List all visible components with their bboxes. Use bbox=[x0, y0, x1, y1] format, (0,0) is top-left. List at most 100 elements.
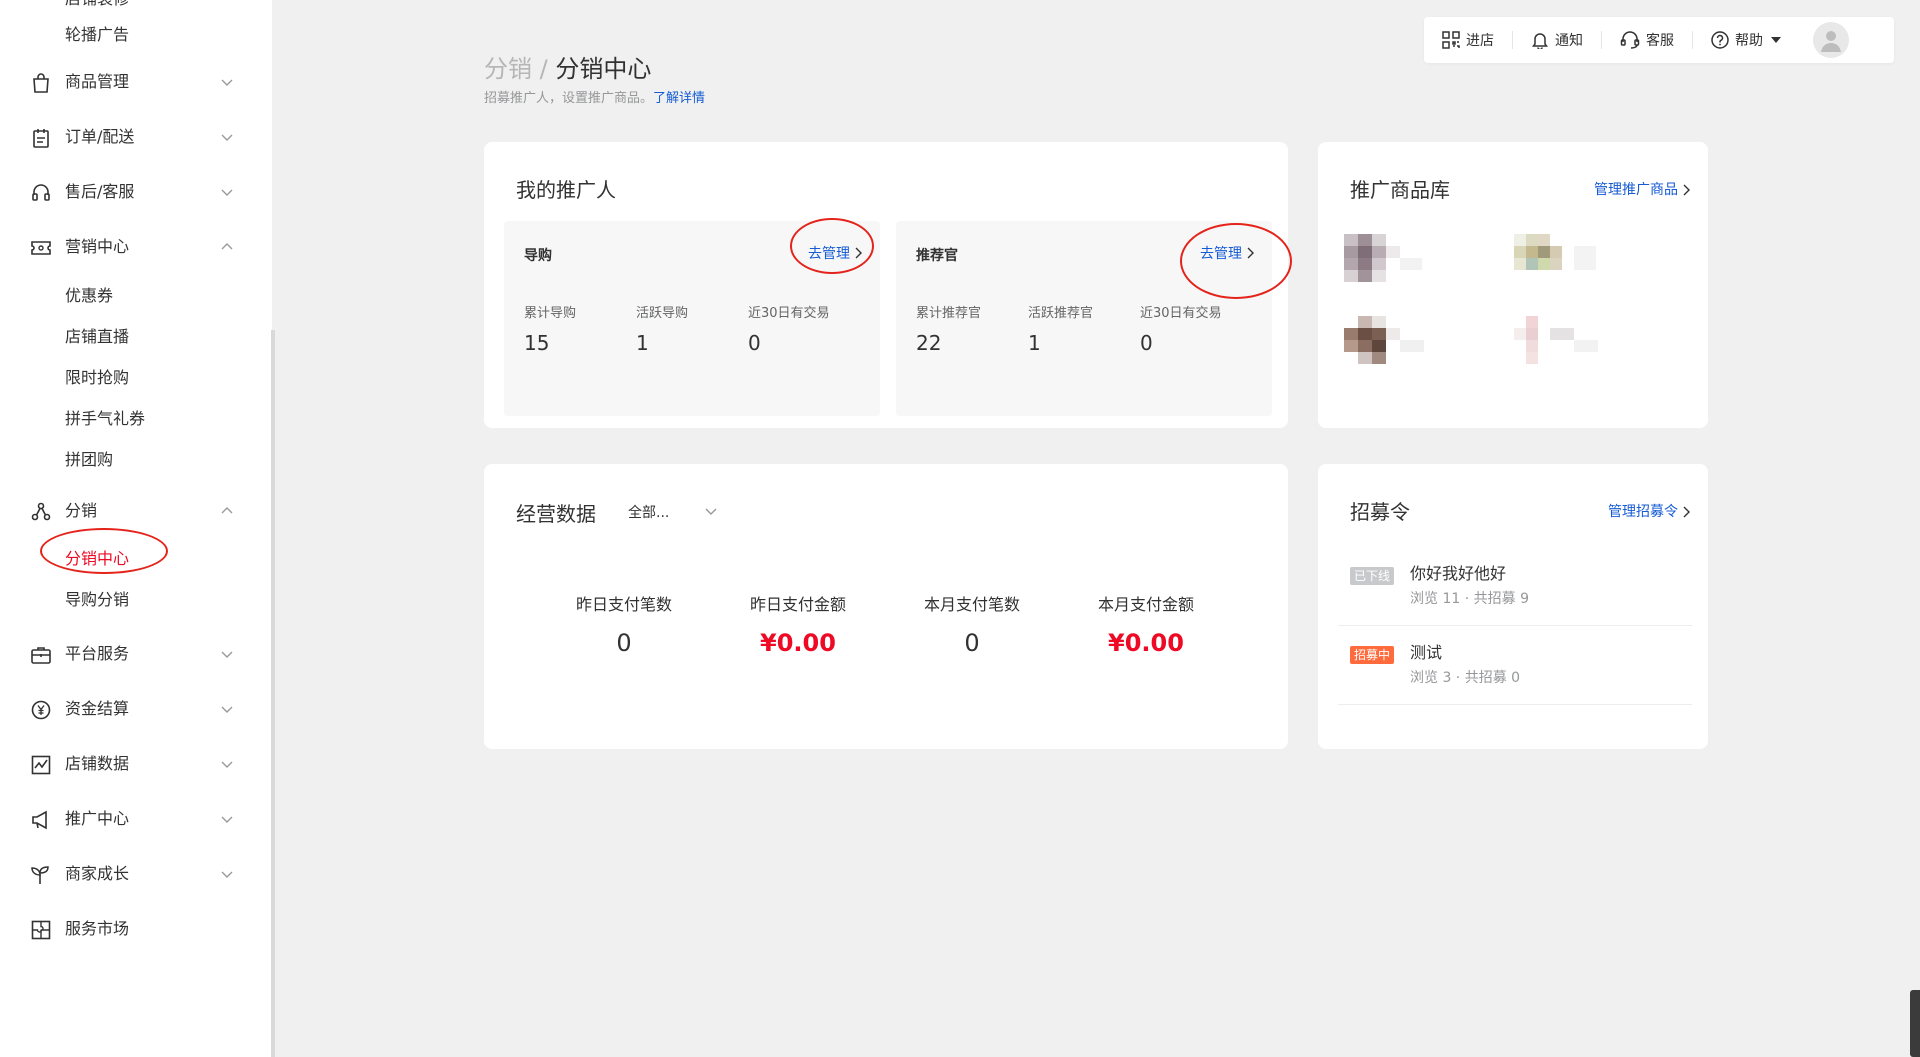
top-toolbar: 进店 通知 客服 帮助 bbox=[1424, 17, 1894, 63]
sidebar-item-live[interactable]: 店铺直播 bbox=[65, 326, 129, 348]
card-title: 经营数据 bbox=[516, 502, 596, 526]
distribution-icon bbox=[30, 501, 52, 523]
sidebar-item-flash-sale[interactable]: 限时抢购 bbox=[65, 367, 129, 389]
sidebar-item-guide-distribution[interactable]: 导购分销 bbox=[65, 589, 129, 611]
chevron-up-icon bbox=[221, 243, 233, 250]
sidebar-group-label: 商家成长 bbox=[65, 864, 130, 883]
sidebar-scrollbar[interactable] bbox=[271, 330, 275, 1057]
store-label: 进店 bbox=[1466, 33, 1494, 49]
stat-label: 累计推荐官 bbox=[916, 306, 982, 321]
sidebar-group-label: 营销中心 bbox=[65, 237, 130, 256]
sidebar-group-orders[interactable]: 订单/配送 bbox=[0, 122, 272, 152]
stat-active-recommenders: 活跃推荐官 1 bbox=[1028, 305, 1093, 357]
metric-value: 0 bbox=[616, 629, 632, 657]
chevron-down-icon bbox=[705, 508, 717, 515]
sidebar-group-distribution[interactable]: 分销 bbox=[0, 496, 272, 526]
breadcrumb-parent[interactable]: 分销 bbox=[484, 55, 532, 83]
service-button[interactable]: 客服 bbox=[1602, 17, 1692, 63]
recruit-name: 你好我好他好 bbox=[1410, 564, 1507, 583]
product-thumbnail[interactable] bbox=[1344, 234, 1454, 294]
yuan-coin-icon bbox=[30, 699, 52, 721]
recruit-item[interactable]: 招募中 测试 浏览 3 · 共招募 0 bbox=[1338, 626, 1692, 705]
chevron-down-icon bbox=[221, 189, 233, 196]
sidebar-item-lucky-coupon[interactable]: 拼手气礼券 bbox=[65, 408, 145, 430]
product-thumbnail[interactable] bbox=[1514, 316, 1624, 376]
metric-label: 本月支付金额 bbox=[1097, 595, 1194, 614]
manage-products-link[interactable]: 管理推广商品 bbox=[1594, 180, 1690, 200]
card-title: 我的推广人 bbox=[516, 178, 616, 202]
sidebar-group-marketing[interactable]: 营销中心 bbox=[0, 232, 272, 262]
chevron-down-icon bbox=[221, 134, 233, 141]
sidebar-group-label: 服务市场 bbox=[65, 919, 130, 938]
recruit-card: 招募令 管理招募令 已下线 你好我好他好 浏览 11 · 共招募 9 招募中 测… bbox=[1318, 464, 1708, 749]
metric-value: ¥0.00 bbox=[760, 629, 836, 657]
stat-label: 活跃导购 bbox=[636, 306, 689, 321]
card-title: 招募令 bbox=[1350, 500, 1410, 524]
recruit-item[interactable]: 已下线 你好我好他好 浏览 11 · 共招募 9 bbox=[1338, 547, 1692, 626]
stat-value: 0 bbox=[748, 331, 761, 355]
card-title: 推广商品库 bbox=[1350, 178, 1450, 202]
recruit-meta: 浏览 3 · 共招募 0 bbox=[1410, 670, 1521, 686]
metric-value: ¥0.00 bbox=[1108, 629, 1184, 657]
sidebar-group-promotion[interactable]: 推广中心 bbox=[0, 804, 272, 834]
manage-label: 去管理 bbox=[1200, 246, 1242, 262]
stat-label: 近30日有交易 bbox=[1140, 306, 1222, 321]
sidebar-group-store-data[interactable]: 店铺数据 bbox=[0, 749, 272, 779]
stat-label: 累计导购 bbox=[524, 306, 577, 321]
guide-manage-link[interactable]: 去管理 bbox=[808, 243, 862, 263]
sidebar-item-distribution-center[interactable]: 分销中心 bbox=[65, 548, 129, 570]
metric-label: 昨日支付笔数 bbox=[575, 595, 672, 614]
promoters-card: 我的推广人 导购 去管理 累计导购 15 活跃导购 1 近30日有交易 0 推荐… bbox=[484, 142, 1292, 428]
metric-yesterday-amount: 昨日支付金额 ¥0.00 bbox=[718, 594, 878, 660]
guide-panel: 导购 去管理 累计导购 15 活跃导购 1 近30日有交易 0 bbox=[504, 221, 880, 416]
product-thumbnail[interactable] bbox=[1344, 316, 1454, 376]
status-badge: 招募中 bbox=[1350, 646, 1395, 664]
stat-value: 22 bbox=[916, 331, 942, 355]
product-thumbnail[interactable] bbox=[1514, 234, 1624, 294]
sidebar-group-finance[interactable]: 资金结算 bbox=[0, 694, 272, 724]
page-title: 分销中心 bbox=[555, 55, 652, 83]
filter-value: 全部... bbox=[628, 505, 670, 521]
bell-icon bbox=[1532, 33, 1548, 49]
product-library-card: 推广商品库 管理推广商品 bbox=[1318, 142, 1708, 428]
user-icon bbox=[1821, 31, 1841, 52]
sidebar-item-coupon[interactable]: 优惠券 bbox=[65, 285, 113, 307]
sidebar-item-carousel[interactable]: 轮播广告 bbox=[65, 24, 129, 46]
briefcase-icon bbox=[30, 644, 52, 666]
notify-button[interactable]: 通知 bbox=[1513, 17, 1601, 63]
sidebar-group-label: 分销 bbox=[65, 501, 98, 520]
sidebar-item-group-buy[interactable]: 拼团购 bbox=[65, 449, 113, 471]
sidebar-group-label: 平台服务 bbox=[65, 644, 130, 663]
headset-icon bbox=[1620, 31, 1640, 49]
sidebar-group-platform[interactable]: 平台服务 bbox=[0, 639, 272, 669]
floating-widget[interactable] bbox=[1910, 990, 1920, 1057]
help-dropdown[interactable]: 帮助 bbox=[1693, 17, 1799, 63]
metric-yesterday-count: 昨日支付笔数 0 bbox=[544, 594, 704, 660]
manage-recruit-link[interactable]: 管理招募令 bbox=[1608, 502, 1690, 522]
chevron-right-icon bbox=[855, 247, 862, 259]
stat-label: 活跃推荐官 bbox=[1028, 306, 1094, 321]
chevron-down-icon bbox=[221, 871, 233, 878]
help-label: 帮助 bbox=[1735, 33, 1763, 49]
breadcrumb: 分销 / 分销中心 bbox=[484, 53, 651, 85]
store-button[interactable]: 进店 bbox=[1424, 17, 1512, 63]
learn-more-link[interactable]: 了解详情 bbox=[653, 91, 705, 106]
stat-total-recommenders: 累计推荐官 22 bbox=[916, 305, 981, 357]
recommender-manage-link[interactable]: 去管理 bbox=[1200, 243, 1254, 263]
metric-label: 本月支付笔数 bbox=[923, 595, 1020, 614]
subtitle-text: 招募推广人，设置推广商品。 bbox=[484, 91, 654, 106]
avatar[interactable] bbox=[1813, 22, 1849, 58]
sidebar-group-goods[interactable]: 商品管理 bbox=[0, 67, 272, 97]
sidebar-group-market[interactable]: 服务市场 bbox=[0, 914, 272, 944]
stat-value: 1 bbox=[1028, 331, 1041, 355]
business-filter-select[interactable]: 全部... bbox=[628, 502, 717, 522]
shopping-bag-icon bbox=[30, 72, 52, 94]
chart-line-icon bbox=[30, 754, 52, 776]
sidebar-group-label: 订单/配送 bbox=[65, 127, 135, 146]
sidebar-item-store-decor[interactable]: 店铺装修 bbox=[65, 0, 129, 10]
stat-active-guides: 活跃导购 1 bbox=[636, 305, 688, 357]
stat-recommenders-30d: 近30日有交易 0 bbox=[1140, 305, 1222, 357]
sidebar-group-growth[interactable]: 商家成长 bbox=[0, 859, 272, 889]
status-badge: 已下线 bbox=[1350, 567, 1395, 585]
sidebar-group-aftersale[interactable]: 售后/客服 bbox=[0, 177, 272, 207]
